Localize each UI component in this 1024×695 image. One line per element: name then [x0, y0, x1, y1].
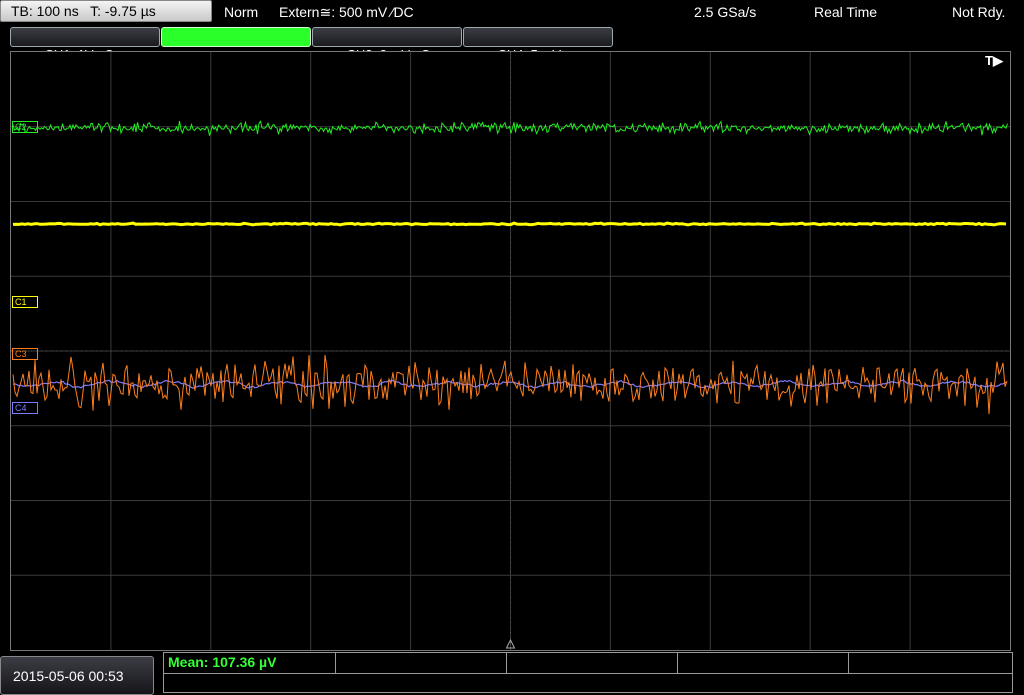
ch1-trace [12, 221, 1007, 227]
trigger-source[interactable]: Extern≅: 500 mV ⁄DC [279, 0, 414, 24]
ch2-offset-marker[interactable]: C2 [12, 121, 38, 133]
channel-tab-ch1[interactable]: CH1: 1V≅Ω [10, 27, 160, 62]
ch4-offset-marker[interactable]: C4 [12, 402, 38, 414]
channel-tab-ch4[interactable]: CH4: 5 mV≅ [463, 27, 613, 62]
trigger-mode[interactable]: Norm [224, 0, 258, 24]
acquisition-mode: Real Time [814, 4, 878, 20]
waveform-display[interactable] [10, 51, 1011, 651]
ch1-offset-marker[interactable]: C1 [12, 296, 38, 308]
measurement-table [163, 652, 1013, 693]
channel-bar: CH1: 1V≅Ω CH2: 5 mV≅Ω CH3: 2 mV≅Ω CH4: 5… [0, 24, 1024, 62]
timebase-display[interactable]: TB: 100 ns T: -9.75 µs [0, 0, 212, 22]
channel-tab-ch2[interactable]: CH2: 5 mV≅Ω [161, 27, 311, 62]
meas-cell [507, 653, 678, 673]
trigger-status: Not Rdy. [952, 4, 1006, 20]
mean-measurement[interactable]: Mean: 107.36 µV [168, 653, 276, 671]
trigger-position-marker[interactable]: T▶ [985, 54, 1003, 68]
channel-tab-ch3[interactable]: CH3: 2 mV≅Ω [312, 27, 462, 62]
meas-cell [678, 653, 849, 673]
meas-cell [336, 653, 507, 673]
waveform-plot [11, 52, 1010, 650]
date-time[interactable]: 2015-05-06 00:53 [0, 656, 154, 695]
sample-rate: 2.5 GSa/s [694, 4, 757, 20]
ch3-offset-marker[interactable]: C3 [12, 348, 38, 360]
status-bar: TB: 100 ns T: -9.75 µs Norm Extern≅: 500… [0, 0, 1024, 24]
meas-row-divider [164, 673, 1012, 674]
